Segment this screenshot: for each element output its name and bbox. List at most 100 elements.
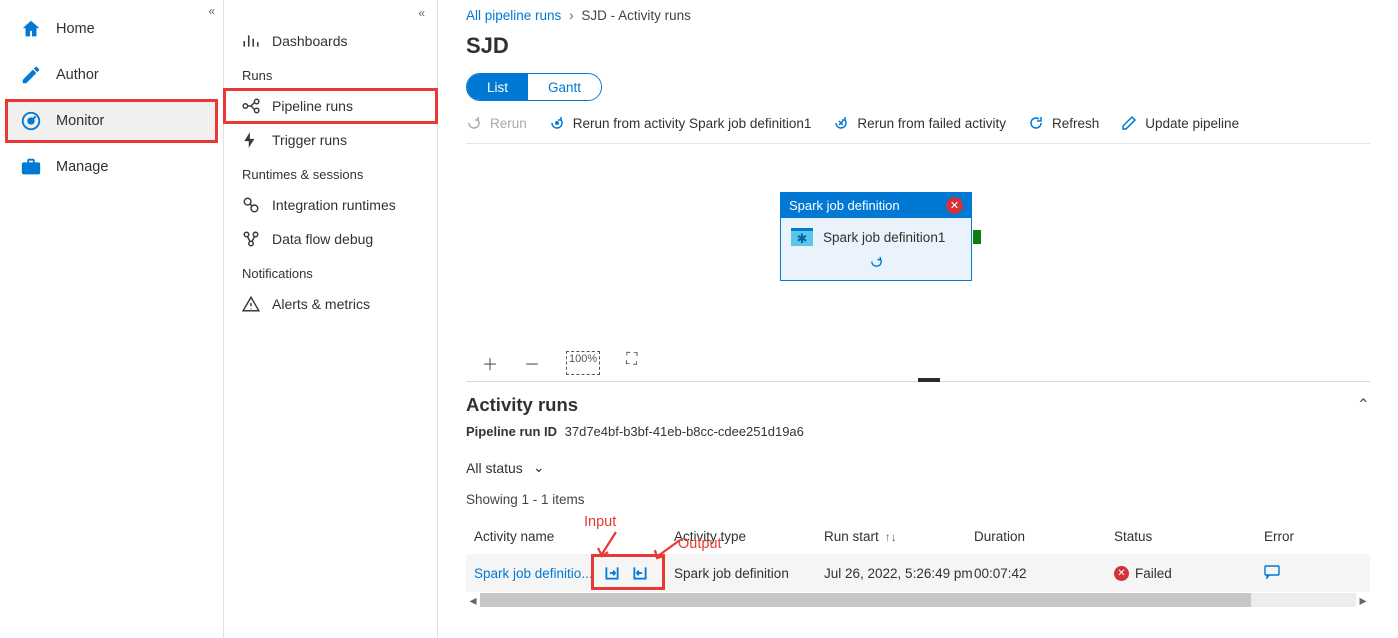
failed-icon: ✕ (1114, 566, 1129, 581)
update-pipeline-label: Update pipeline (1145, 116, 1239, 131)
edit-icon (1121, 115, 1137, 131)
status-filter-label: All status (466, 460, 523, 476)
nav-manage[interactable]: Manage (6, 146, 217, 188)
col-activity-type[interactable]: Activity type (674, 529, 824, 544)
sec-dashboards-label: Dashboards (272, 33, 348, 49)
row-activity-name[interactable]: Spark job definitio... (474, 566, 593, 581)
nav-author-label: Author (56, 67, 99, 83)
sec-alerts-metrics-label: Alerts & metrics (272, 296, 370, 312)
runs-heading: Runs (224, 58, 437, 89)
run-id-value: 37d7e4bf-b3bf-41eb-b8cc-cdee251d19a6 (565, 424, 804, 439)
sec-dashboards[interactable]: Dashboards (224, 24, 437, 58)
spark-icon: ✱ (791, 228, 813, 246)
fullscreen-icon[interactable]: ⛶ (626, 351, 637, 375)
collapse-secondary-icon[interactable]: « (418, 6, 425, 20)
table-row[interactable]: Spark job definitio... Spark job definit… (466, 554, 1370, 592)
pipeline-canvas[interactable]: Spark job definition ✕ ✱ Spark job defin… (466, 144, 1370, 382)
node-body: ✱ Spark job definition1 (781, 218, 971, 254)
rerun-failed-button[interactable]: Rerun from failed activity (833, 115, 1006, 131)
status-filter[interactable]: All status ⌄ (466, 459, 545, 476)
nav-home-label: Home (56, 21, 95, 37)
sec-alerts-metrics[interactable]: Alerts & metrics (224, 287, 437, 321)
refresh-label: Refresh (1052, 116, 1099, 131)
col-duration[interactable]: Duration (974, 529, 1114, 544)
sec-integration-runtimes-label: Integration runtimes (272, 197, 396, 213)
dataflow-icon (242, 230, 260, 248)
view-gantt[interactable]: Gantt (528, 74, 601, 100)
row-status: ✕ Failed (1114, 566, 1264, 581)
row-status-label: Failed (1135, 566, 1172, 581)
col-status[interactable]: Status (1114, 529, 1264, 544)
sec-dataflow-debug-label: Data flow debug (272, 231, 373, 247)
sec-dataflow-debug[interactable]: Data flow debug (224, 222, 437, 256)
zoom-out-icon[interactable]: － (524, 351, 540, 375)
nav-author[interactable]: Author (6, 54, 217, 96)
nav-home[interactable]: Home (6, 8, 217, 50)
view-toggle[interactable]: List Gantt (466, 73, 602, 101)
input-icon[interactable] (603, 564, 621, 582)
grid-header: Activity name Activity type Run start ↑↓… (466, 519, 1370, 554)
node-title: Spark job definition1 (823, 230, 945, 245)
canvas-controls: ＋ － 100% ⛶ (482, 351, 637, 375)
col-run-start[interactable]: Run start ↑↓ (824, 529, 974, 544)
sec-pipeline-runs[interactable]: Pipeline runs (224, 89, 437, 123)
chevron-down-icon: ⌄ (533, 459, 545, 476)
page-title: SJD (466, 33, 1370, 59)
rerun-label: Rerun (490, 116, 527, 131)
rerun-from-activity-label: Rerun from activity Spark job definition… (573, 116, 812, 131)
runtimes-heading: Runtimes & sessions (224, 157, 437, 188)
col-activity-name[interactable]: Activity name (474, 529, 674, 544)
scroll-thumb[interactable] (480, 593, 1251, 607)
activity-node[interactable]: Spark job definition ✕ ✱ Spark job defin… (780, 192, 972, 281)
breadcrumb: All pipeline runs › SJD - Activity runs (466, 8, 1370, 23)
integration-icon (242, 196, 260, 214)
alert-icon (242, 295, 260, 313)
row-run-start: Jul 26, 2022, 5:26:49 pm (824, 566, 974, 581)
gauge-icon (20, 110, 42, 132)
run-id-label: Pipeline run ID (466, 424, 557, 439)
activity-runs-section: Activity runs ⌃ Pipeline run ID 37d7e4bf… (466, 382, 1370, 608)
sec-trigger-runs[interactable]: Trigger runs (224, 123, 437, 157)
pencil-icon (20, 64, 42, 86)
refresh-button[interactable]: Refresh (1028, 115, 1099, 131)
nav-manage-label: Manage (56, 159, 108, 175)
row-error-icon[interactable] (1264, 565, 1384, 582)
node-refresh-icon[interactable] (781, 254, 971, 280)
primary-nav: « Home Author Monitor Manage (0, 0, 224, 638)
sec-integration-runtimes[interactable]: Integration runtimes (224, 188, 437, 222)
output-icon[interactable] (631, 564, 649, 582)
node-success-port (973, 230, 981, 244)
nav-monitor[interactable]: Monitor (6, 100, 217, 142)
sec-trigger-runs-label: Trigger runs (272, 132, 347, 148)
collapse-primary-icon[interactable]: « (208, 4, 215, 18)
refresh-icon (1028, 115, 1044, 131)
notifications-heading: Notifications (224, 256, 437, 287)
row-duration: 00:07:42 (974, 566, 1114, 581)
scroll-left-icon[interactable]: ◂ (466, 592, 480, 609)
breadcrumb-root[interactable]: All pipeline runs (466, 8, 561, 23)
rerun-failed-label: Rerun from failed activity (857, 116, 1006, 131)
node-header: Spark job definition ✕ (781, 193, 971, 218)
breadcrumb-current: SJD - Activity runs (581, 8, 691, 23)
sec-pipeline-runs-label: Pipeline runs (272, 98, 353, 114)
toolbox-icon (20, 156, 42, 178)
collapse-section-icon[interactable]: ⌃ (1357, 395, 1370, 415)
zoom-fit-icon[interactable]: 100% (566, 351, 600, 375)
col-error[interactable]: Error (1264, 529, 1384, 544)
row-count: Showing 1 - 1 items (466, 492, 1370, 507)
rerun-from-activity-button[interactable]: Rerun from activity Spark job definition… (549, 115, 812, 131)
view-list[interactable]: List (467, 74, 528, 100)
scroll-track[interactable] (480, 593, 1356, 607)
zoom-in-icon[interactable]: ＋ (482, 351, 498, 375)
rerun-icon (466, 115, 482, 131)
run-id-line: Pipeline run ID 37d7e4bf-b3bf-41eb-b8cc-… (466, 424, 1370, 439)
secondary-nav: « Dashboards Runs Pipeline runs Trigger … (224, 0, 438, 638)
rerun-button: Rerun (466, 115, 527, 131)
scroll-right-icon[interactable]: ▸ (1356, 592, 1370, 609)
rerun-failed-icon (833, 115, 849, 131)
update-pipeline-button[interactable]: Update pipeline (1121, 115, 1239, 131)
horizontal-scrollbar[interactable]: ◂ ▸ (466, 592, 1370, 608)
row-activity-type: Spark job definition (674, 566, 824, 581)
node-close-icon[interactable]: ✕ (946, 197, 963, 214)
home-icon (20, 18, 42, 40)
